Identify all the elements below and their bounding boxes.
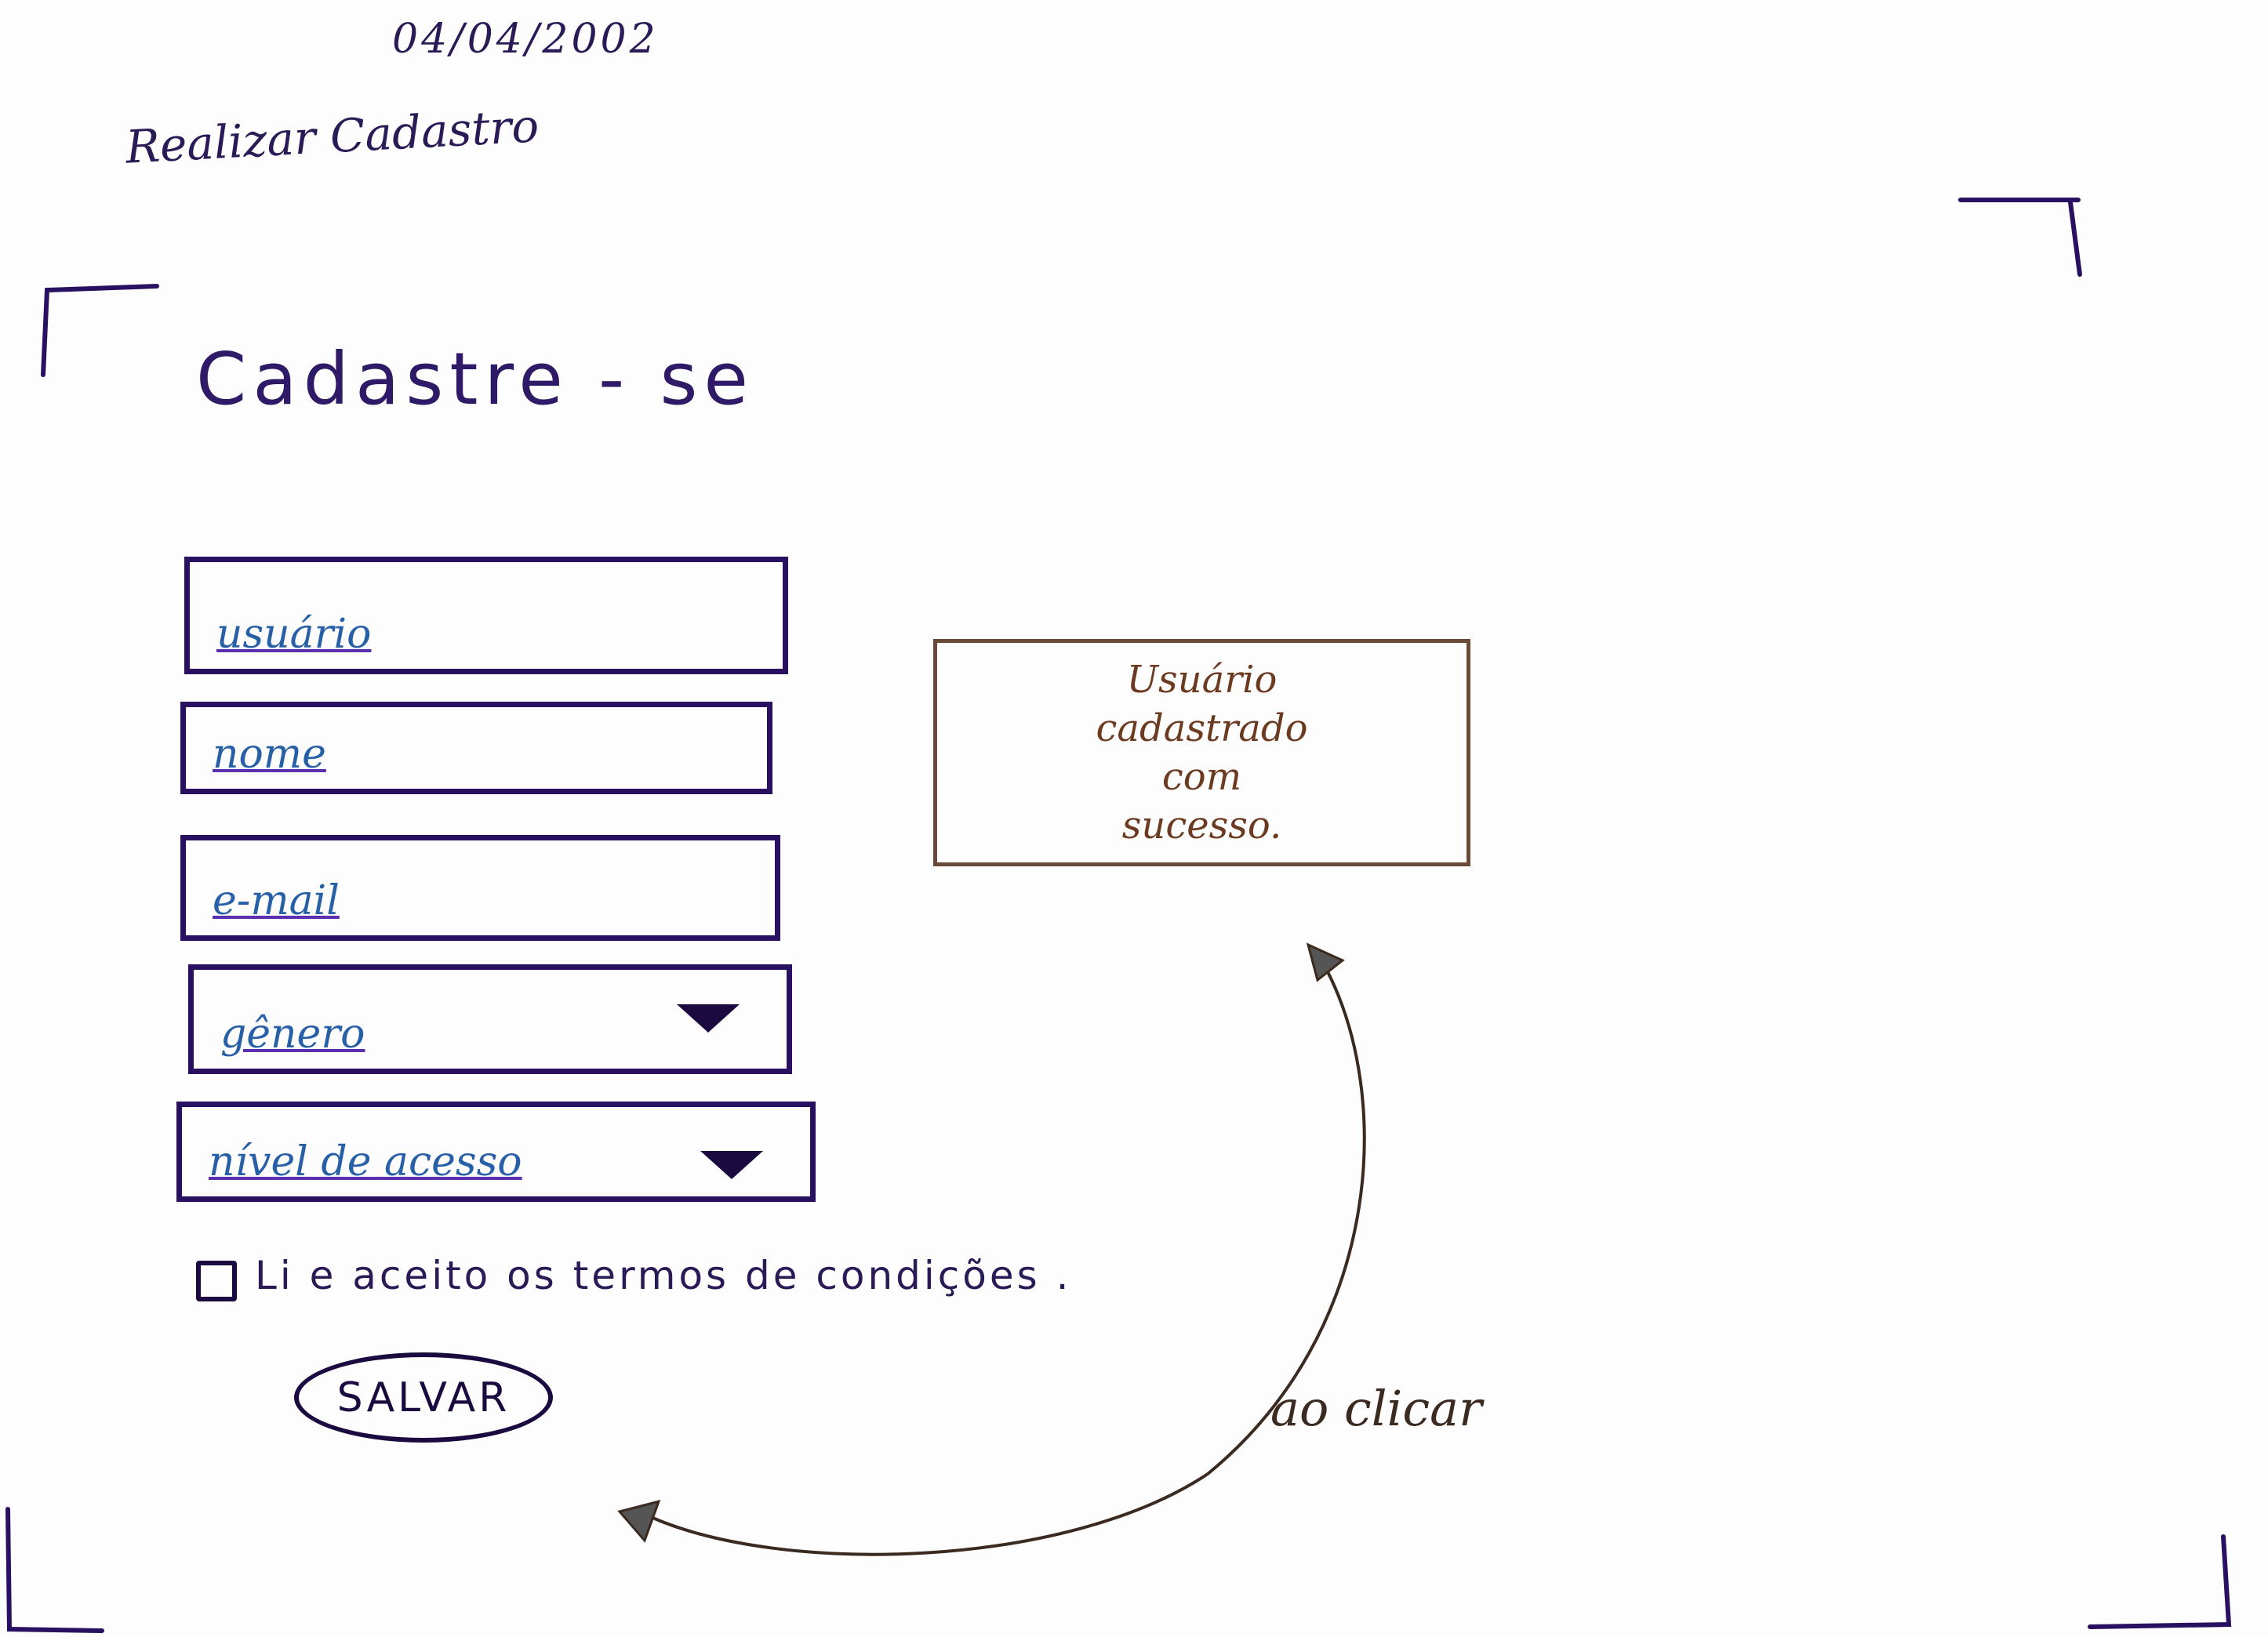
username-placeholder: usuário: [216, 611, 372, 658]
frame-corner-bottom-right: [2088, 1534, 2232, 1629]
gender-placeholder: gênero: [220, 1011, 365, 1058]
terms-label: Li e aceito os termos de condições .: [255, 1253, 1072, 1298]
username-field[interactable]: usuário: [184, 557, 788, 674]
form-title: Cadastre - se: [196, 337, 755, 421]
frame-corner-top-left: [41, 284, 159, 377]
chevron-down-icon: [677, 1004, 740, 1033]
flow-arrowhead-up: [1306, 942, 1345, 982]
frame-corner-bottom-left: [5, 1507, 104, 1633]
success-message-box: Usuário cadastrado com sucesso.: [933, 639, 1470, 866]
save-button[interactable]: SALVAR: [294, 1352, 553, 1443]
sketch-date: 04/04/2002: [392, 16, 659, 63]
name-field[interactable]: nome: [180, 702, 772, 794]
frame-corner-top-right: [1958, 198, 2082, 277]
success-message-line: com: [1161, 755, 1242, 799]
name-placeholder: nome: [213, 731, 326, 778]
success-message-line: Usuário: [1126, 658, 1278, 702]
access-level-select[interactable]: nível de acesso: [176, 1102, 816, 1202]
terms-checkbox[interactable]: [196, 1261, 237, 1301]
success-message-line: cadastrado: [1096, 706, 1308, 750]
success-message-line: sucesso.: [1121, 804, 1282, 848]
email-placeholder: e-mail: [213, 877, 340, 924]
chevron-down-icon: [700, 1151, 763, 1179]
gender-select[interactable]: gênero: [188, 964, 792, 1074]
flow-arrowhead-left: [617, 1499, 661, 1543]
email-field[interactable]: e-mail: [180, 835, 780, 941]
access-level-placeholder: nível de acesso: [209, 1138, 522, 1185]
on-click-annotation: ao clicar: [1270, 1380, 1482, 1437]
